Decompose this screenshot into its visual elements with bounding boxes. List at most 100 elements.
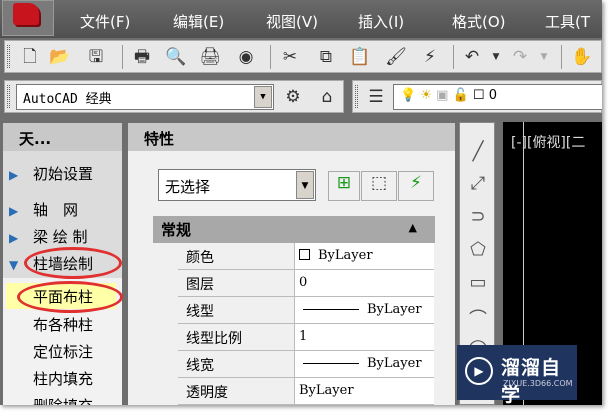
property-row[interactable]: 图层 0 [178, 270, 434, 297]
match-properties-icon[interactable]: 🖌 [385, 46, 407, 68]
property-name: 透明度 [186, 385, 228, 401]
new-icon[interactable]: 🗋 [19, 46, 41, 68]
menu-insert[interactable]: 插入(I) [358, 11, 404, 32]
print-preview-icon[interactable]: 🔍 [165, 46, 187, 68]
undo-dropdown-icon[interactable]: ▼ [485, 46, 507, 68]
section-general[interactable]: 常规 ▲ [153, 216, 435, 243]
expand-arrow-icon: ▶ [9, 204, 19, 218]
menu-view[interactable]: 视图(V) [266, 11, 318, 32]
menu-tools[interactable]: 工具(T [545, 11, 590, 32]
selection-select[interactable]: 无选择 ▼ [158, 169, 316, 201]
redo-icon[interactable]: ↷ [509, 46, 531, 68]
quick-select-icon[interactable]: ⚡ [398, 171, 434, 201]
menu-format[interactable]: 格式(O) [452, 11, 506, 32]
submenu-position-annotation[interactable]: 定位标注 [33, 341, 93, 362]
toolbar-grip[interactable] [7, 85, 10, 108]
polygon-icon[interactable]: ⬠ [466, 239, 490, 263]
menu-beam-drawing[interactable]: ▶ 梁 绘 制 [9, 226, 88, 247]
property-row[interactable]: 颜色 ByLayer [178, 243, 434, 270]
rectangle-icon[interactable]: ▭ [466, 272, 490, 296]
plot-icon[interactable]: 🖨 [199, 46, 221, 68]
polyline-icon[interactable]: ⊃ [466, 206, 490, 230]
pan-hand-icon[interactable]: ✋ [571, 46, 593, 68]
publish-icon[interactable]: ◉ [235, 46, 257, 68]
property-name: 线型比例 [186, 331, 242, 347]
property-name: 线型 [186, 304, 214, 320]
submenu-various-columns[interactable]: 布各种柱 [33, 314, 93, 335]
layer-select[interactable]: 💡 ☀ ▣ 🔓 ☐ 0 [393, 84, 602, 110]
autocad-window: 文件(F) 编辑(E) 视图(V) 插入(I) 格式(O) 工具(T 🗋 📂 🖫… [0, 0, 602, 405]
toolbar-grip[interactable] [7, 45, 10, 68]
standard-toolbar: 🗋 📂 🖫 🖶 🔍 🖨 ◉ ✂ ⧉ 📋 🖌 ⚡ ↶ ▼ ↷ ▼ ✋ [4, 40, 602, 73]
workspace-settings-gear-icon[interactable]: ⚙ [282, 86, 304, 108]
save-icon[interactable]: 🖫 [85, 46, 107, 68]
line-sample [303, 309, 359, 310]
tianzheng-panel-title[interactable]: 天... [3, 123, 122, 151]
property-value[interactable]: ByLayer [294, 297, 434, 323]
select-objects-icon[interactable]: ⬚ [361, 171, 397, 201]
collapse-up-icon[interactable]: ▲ [409, 221, 417, 234]
highlight-oval [17, 281, 123, 313]
workspace-value: AutoCAD 经典 [23, 92, 112, 107]
property-value[interactable]: ByLayer [294, 243, 434, 269]
print-icon[interactable]: 🖶 [131, 46, 153, 68]
property-value[interactable]: ByLayer [294, 351, 434, 377]
menu-axis-grid[interactable]: ▶ 轴 网 [9, 199, 78, 220]
expand-arrow-icon: ▶ [9, 231, 19, 245]
property-value[interactable]: 1 [294, 324, 434, 350]
submenu-column-fill[interactable]: 柱内填充 [33, 368, 93, 389]
watermark: ▶ 溜溜自学 ZIXUE.3D66.COM [457, 345, 577, 405]
tianzheng-panel: 天... ▶ 初始设置 ▶ 轴 网 ▶ 梁 绘 制 ▼ 柱墙绘制 平面布柱 布各种柱 定… [3, 123, 123, 405]
property-name: 图层 [186, 277, 214, 293]
construction-line-icon[interactable]: ⤢ [466, 173, 490, 197]
layer-properties-icon[interactable]: ☰ [365, 86, 387, 108]
cut-icon[interactable]: ✂ [279, 46, 301, 68]
property-row[interactable]: 线宽 ByLayer [178, 351, 434, 378]
properties-panel-title[interactable]: 特性 [128, 123, 455, 151]
separator [453, 45, 454, 69]
menu-bar: 文件(F) 编辑(E) 视图(V) 插入(I) 格式(O) 工具(T [0, 0, 602, 38]
open-icon[interactable]: 📂 [49, 46, 71, 68]
undo-icon[interactable]: ↶ [461, 46, 483, 68]
menu-edit[interactable]: 编辑(E) [173, 11, 224, 32]
chevron-down-icon[interactable]: ▼ [296, 171, 314, 199]
unlock-icon[interactable]: 🔓 [453, 88, 469, 103]
separator [122, 45, 123, 69]
color-swatch-icon: ☐ [472, 88, 485, 103]
layer-value: 0 [488, 88, 497, 103]
block-editor-icon[interactable]: ⚡ [419, 46, 441, 68]
app-menu-logo[interactable] [2, 0, 54, 36]
property-value[interactable]: 0 [294, 270, 434, 296]
layers-toolbar: ☰ 💡 ☀ ▣ 🔓 ☐ 0 [352, 80, 602, 113]
toolbar-grip[interactable] [355, 85, 358, 108]
watermark-url: ZIXUE.3D66.COM [503, 379, 573, 388]
property-value[interactable]: ByLayer [294, 378, 434, 404]
redo-dropdown-icon[interactable]: ▼ [533, 46, 555, 68]
workspace-select[interactable]: AutoCAD 经典 ▼ [16, 84, 274, 110]
lightbulb-icon[interactable]: 💡 [400, 88, 416, 103]
submenu-delete-fill[interactable]: 删除填充 [33, 395, 93, 405]
separator [270, 45, 271, 69]
clean-screen-icon[interactable]: ⌂ [316, 86, 338, 108]
viewport-freeze-icon[interactable]: ▣ [436, 88, 448, 103]
play-logo-icon: ▶ [465, 357, 493, 385]
line-sample [303, 363, 359, 364]
toggle-pickadd-icon[interactable]: ⊞ [328, 171, 360, 201]
separator [561, 45, 562, 69]
menu-file[interactable]: 文件(F) [80, 11, 130, 32]
property-row[interactable]: 线型 ByLayer [178, 297, 434, 324]
property-name: 线宽 [186, 358, 214, 374]
copy-icon[interactable]: ⧉ [315, 46, 337, 68]
workspaces-toolbar: AutoCAD 经典 ▼ ⚙ ⌂ [4, 80, 344, 113]
menu-initial-settings[interactable]: ▶ 初始设置 [9, 163, 93, 184]
arc-icon[interactable]: ⌒ [466, 305, 490, 330]
property-name: 颜色 [186, 250, 214, 266]
line-icon[interactable]: ╱ [466, 141, 490, 165]
sun-icon[interactable]: ☀ [420, 88, 432, 103]
property-row[interactable]: 线型比例 1 [178, 324, 434, 351]
paste-icon[interactable]: 📋 [349, 46, 371, 68]
highlight-oval [24, 247, 122, 279]
property-row[interactable]: 透明度 ByLayer [178, 378, 434, 405]
chevron-down-icon[interactable]: ▼ [254, 86, 272, 108]
color-swatch-icon [299, 249, 310, 260]
